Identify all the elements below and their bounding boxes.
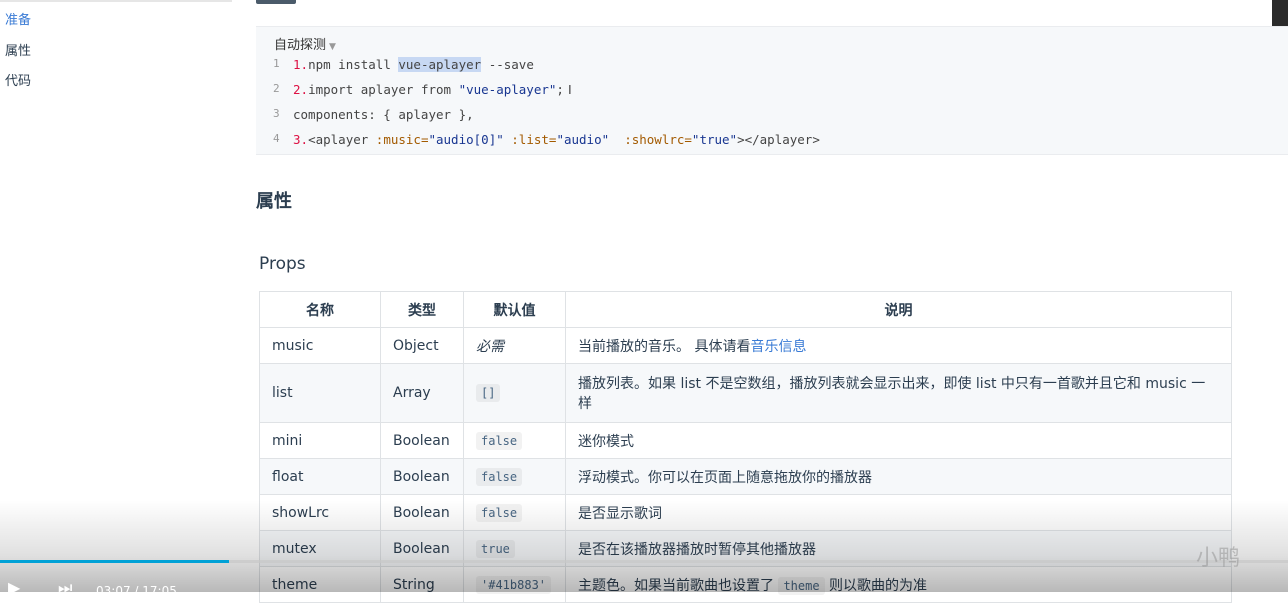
prop-description-cell: 主题色。如果当前歌曲也设置了 theme 则以歌曲的为准 [565, 566, 1232, 603]
prop-default: [] [476, 384, 501, 402]
prop-description-cell: 是否显示歌词 [565, 494, 1232, 531]
line-number: 4 [273, 132, 280, 145]
prop-default: false [476, 431, 523, 450]
code-language-select[interactable]: 自动探测 ▼ [274, 34, 336, 53]
prop-default-cell: false [463, 422, 566, 459]
prop-default-cell: 必需 [463, 327, 566, 364]
prop-default-cell: '#41b883' [463, 566, 566, 603]
sub-title: Props [259, 254, 306, 274]
toc-top-divider [0, 0, 232, 2]
code-language-label: 自动探测 [274, 38, 327, 53]
code-token: ; [556, 82, 564, 97]
code-token: --save [481, 57, 534, 72]
video-progress-fill [0, 560, 230, 563]
prop-default-cell: false [463, 494, 566, 531]
prop-default-cell: [] [463, 363, 566, 423]
code-token: npm install [308, 57, 399, 72]
header-name: 名称 [259, 291, 381, 328]
prop-type: Boolean [380, 494, 464, 531]
section-title: 属性 [256, 191, 292, 212]
video-time: 03:07 / 17:05 [96, 584, 177, 598]
music-info-link[interactable]: 音乐信息 [750, 339, 806, 355]
prop-type: Boolean [380, 422, 464, 459]
prop-description: 播放列表。如果 list 不是空数组，播放列表就会显示出来，即使 list 中只… [578, 376, 1206, 412]
prop-name: float [259, 458, 381, 495]
prop-type: String [380, 566, 464, 603]
prop-default: '#41b883' [476, 575, 552, 594]
prop-type: Boolean [380, 458, 464, 495]
prop-description-cell: 播放列表。如果 list 不是空数组，播放列表就会显示出来，即使 list 中只… [565, 363, 1232, 423]
code-block: 自动探测 ▼ 1 1.npm install vue-aplayer --save 2… [256, 26, 1288, 155]
prop-description-cell: 当前播放的音乐。 具体请看音乐信息 [565, 327, 1232, 364]
code-token: "audio[0]" [428, 132, 504, 147]
code-source: components: { aplayer }, [293, 107, 474, 122]
prop-description-after: 则以歌曲的为准 [829, 577, 928, 594]
prop-type: Object [380, 327, 464, 364]
video-progress-bar[interactable] [0, 560, 1288, 563]
toc-item-prepare[interactable]: 准备 [5, 9, 31, 28]
prop-default: false [476, 467, 523, 486]
next-icon[interactable]: ⏭ [58, 580, 72, 596]
line-number: 3 [273, 107, 280, 120]
table-row: mini Boolean false 迷你模式 [259, 422, 1232, 459]
prop-type: Array [380, 363, 464, 423]
code-token: <aplayer [308, 132, 376, 147]
prop-name: showLrc [259, 494, 381, 531]
code-source: 3.<aplayer :music="audio[0]" :list="audi… [293, 132, 820, 147]
prop-description: 是否显示歌词 [578, 505, 662, 522]
code-source: 2.import aplayer from "vue-aplayer"; I [293, 82, 572, 97]
prop-default: 必需 [476, 338, 504, 355]
code-token: :list= [511, 132, 557, 147]
prop-name: list [259, 363, 381, 423]
code-token: ></aplayer> [737, 132, 820, 147]
prop-default: true [476, 539, 515, 558]
prop-description-cell: 浮动模式。你可以在页面上随意拖放你的播放器 [565, 458, 1232, 495]
code-token: 1. [293, 57, 309, 72]
code-token: 3. [293, 132, 309, 147]
code-token: :showlrc= [624, 132, 692, 147]
props-table: 名称 类型 默认值 说明 music Object 必需 当前播放的音乐。 具体请看音… [259, 291, 1232, 603]
table-row: showLrc Boolean false 是否显示歌词 [259, 494, 1232, 531]
prop-name: mini [259, 422, 381, 459]
code-token: import aplayer from [308, 82, 459, 97]
watermark-logo: 小鸭 [1196, 546, 1241, 571]
prop-default-cell: false [463, 458, 566, 495]
previous-heading-fragment [256, 0, 296, 4]
table-header-row: 名称 类型 默认值 说明 [259, 291, 1232, 328]
code-token: :music= [375, 132, 429, 147]
header-description: 说明 [565, 291, 1232, 328]
toc-sidebar: 准备 属性 代码 [0, 0, 232, 592]
prop-name: theme [259, 566, 381, 603]
text-cursor-icon: I [567, 82, 572, 97]
toc-item-code[interactable]: 代码 [5, 70, 31, 89]
code-token: "vue-aplayer" [458, 82, 557, 97]
table-row: theme String '#41b883' 主题色。如果当前歌曲也设置了 theme… [259, 566, 1232, 603]
header-default: 默认值 [463, 291, 566, 328]
table-row: float Boolean false 浮动模式。你可以在页面上随意拖放你的播放器 [259, 458, 1232, 495]
corner-button[interactable] [1272, 0, 1288, 28]
caret-down-icon: ▼ [329, 42, 336, 52]
prop-description-cell: 迷你模式 [565, 422, 1232, 459]
code-token: "true" [691, 132, 738, 147]
play-icon[interactable]: ▶ [8, 580, 20, 596]
header-type: 类型 [380, 291, 464, 328]
prop-description: 迷你模式 [578, 433, 634, 450]
prop-description: 主题色。如果当前歌曲也设置了 [578, 577, 774, 594]
toc-item-props[interactable]: 属性 [5, 40, 31, 59]
table-row: music Object 必需 当前播放的音乐。 具体请看音乐信息 [259, 327, 1232, 364]
code-token: 2. [293, 82, 309, 97]
prop-default: false [476, 503, 523, 522]
prop-description: 浮动模式。你可以在页面上随意拖放你的播放器 [578, 469, 872, 486]
prop-name: music [259, 327, 381, 364]
code-token: "audio" [556, 132, 610, 147]
table-row: list Array [] 播放列表。如果 list 不是空数组，播放列表就会显示出来… [259, 363, 1232, 423]
line-number: 1 [273, 57, 280, 70]
code-token: components: { aplayer }, [293, 107, 474, 122]
line-number: 2 [273, 82, 280, 95]
prop-description: 当前播放的音乐。 具体请看 [578, 338, 751, 355]
code-source: 1.npm install vue-aplayer --save [293, 57, 534, 72]
code-token: vue-aplayer [398, 57, 482, 72]
prop-description: 是否在该播放器播放时暂停其他播放器 [578, 541, 816, 558]
